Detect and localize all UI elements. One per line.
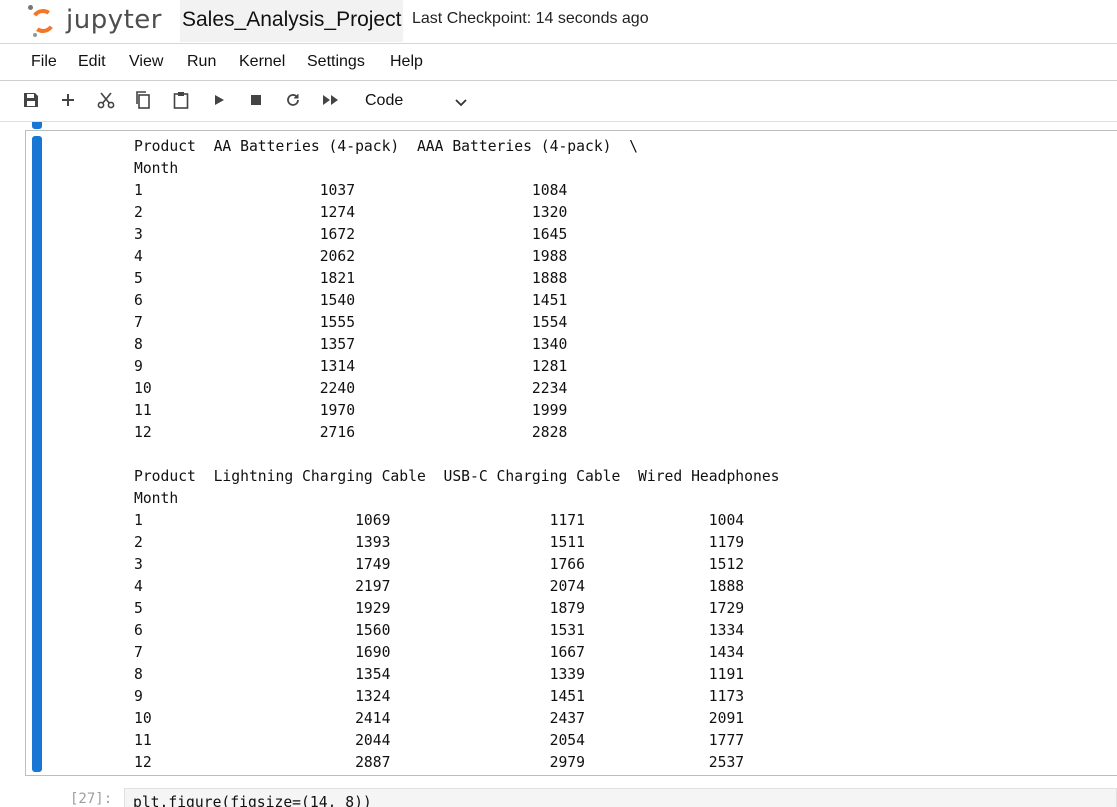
output-row: 9 1324 1451 1173	[134, 688, 745, 705]
cell-type-label: Code	[365, 92, 404, 109]
output-row: 3 1749 1766 1512	[134, 556, 745, 573]
previous-cell-collapser[interactable]	[32, 122, 42, 129]
output-header: Product Lightning Charging Cable USB-C C…	[134, 468, 780, 485]
menu-run[interactable]: Run	[187, 44, 216, 80]
notebook-title[interactable]: Sales_Analysis_Project	[180, 0, 404, 42]
cell-execution-count: [27]:	[70, 791, 113, 807]
output-index-label: Month	[134, 160, 179, 177]
output-header: Product AA Batteries (4-pack) AAA Batter…	[134, 138, 639, 155]
output-row: 3 1672 1645	[134, 226, 568, 243]
code-editor[interactable]: plt.figure(figsize=(14, 8))	[124, 788, 1117, 807]
stop-icon[interactable]	[245, 89, 267, 111]
copy-icon[interactable]	[132, 89, 154, 111]
add-icon[interactable]	[57, 89, 79, 111]
cell-type-dropdown[interactable]: Code	[358, 87, 476, 115]
output-row: 1 1069 1171 1004	[134, 512, 745, 529]
next-code-cell[interactable]: [27]: plt.figure(figsize=(14, 8))	[0, 786, 1117, 807]
paste-icon[interactable]	[170, 89, 192, 111]
output-row: 12 2887 2979 2537	[134, 754, 745, 771]
menu-settings[interactable]: Settings	[307, 44, 365, 80]
notebook-toolbar: Code	[0, 81, 1117, 122]
last-checkpoint-status: Last Checkpoint: 14 seconds ago	[412, 10, 649, 27]
output-row: 6 1560 1531 1334	[134, 622, 745, 639]
menu-view[interactable]: View	[129, 44, 163, 80]
notebook-panel[interactable]: Product AA Batteries (4-pack) AAA Batter…	[0, 122, 1117, 807]
output-row: 12 2716 2828	[134, 424, 568, 441]
output-row: 7 1555 1554	[134, 314, 568, 331]
menu-bar: File Edit View Run Kernel Settings Help	[0, 44, 1117, 81]
cut-icon[interactable]	[95, 89, 117, 111]
output-row: 10 2240 2234	[134, 380, 568, 397]
code-text[interactable]: plt.figure(figsize=(14, 8))	[133, 794, 372, 807]
output-row: 5 1821 1888	[134, 270, 568, 287]
run-all-icon[interactable]	[320, 89, 342, 111]
output-blank-line: ​	[134, 444, 780, 466]
cell-output: Product AA Batteries (4-pack) AAA Batter…	[134, 136, 780, 774]
restart-icon[interactable]	[282, 89, 304, 111]
output-row: 11 2044 2054 1777	[134, 732, 745, 749]
output-index-label: Month	[134, 490, 179, 507]
run-icon[interactable]	[208, 89, 230, 111]
output-row: 8 1354 1339 1191	[134, 666, 745, 683]
menu-edit[interactable]: Edit	[78, 44, 106, 80]
logo-text: jupyter	[66, 5, 162, 35]
output-row: 7 1690 1667 1434	[134, 644, 745, 661]
chevron-down-icon	[454, 95, 468, 114]
menu-help[interactable]: Help	[390, 44, 423, 80]
output-row: 5 1929 1879 1729	[134, 600, 745, 617]
top-header: jupyter Sales_Analysis_Project Last Chec…	[0, 0, 1117, 44]
jupyter-logo-icon	[28, 3, 58, 37]
output-row: 4 2062 1988	[134, 248, 568, 265]
output-row: 10 2414 2437 2091	[134, 710, 745, 727]
output-row: 11 1970 1999	[134, 402, 568, 419]
menu-file[interactable]: File	[31, 44, 57, 80]
output-row: 8 1357 1340	[134, 336, 568, 353]
output-row: 6 1540 1451	[134, 292, 568, 309]
save-icon[interactable]	[20, 89, 42, 111]
output-row: 4 2197 2074 1888	[134, 578, 745, 595]
output-row: 9 1314 1281	[134, 358, 568, 375]
jupyter-logo[interactable]: jupyter	[28, 0, 162, 40]
output-row: 2 1274 1320	[134, 204, 568, 221]
output-row: 2 1393 1511 1179	[134, 534, 745, 551]
menu-kernel[interactable]: Kernel	[239, 44, 285, 80]
output-row: 1 1037 1084	[134, 182, 568, 199]
active-cell-collapser[interactable]	[32, 136, 42, 772]
